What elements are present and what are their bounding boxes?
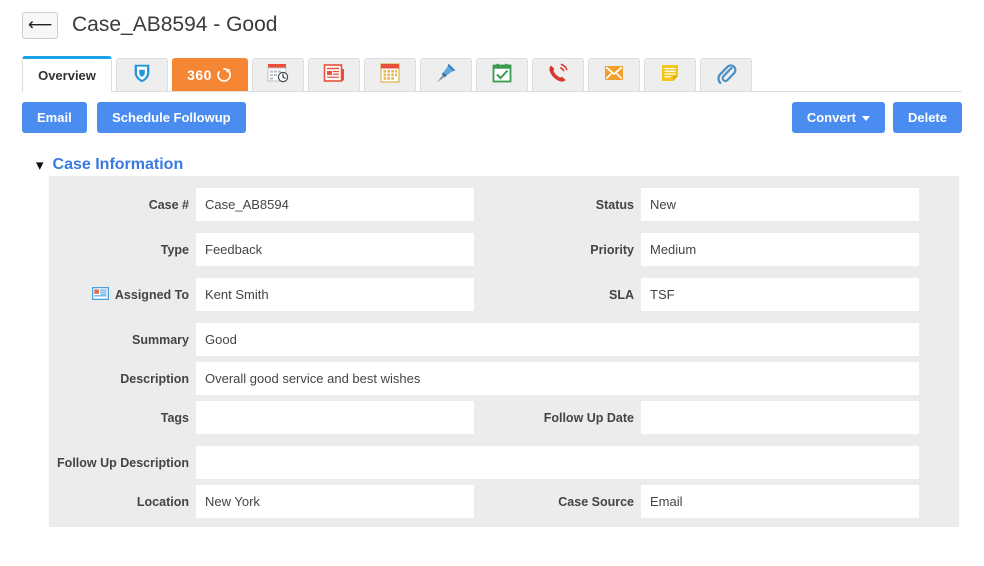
tab-task-check[interactable] bbox=[476, 58, 528, 91]
priority-input[interactable]: Medium bbox=[641, 233, 919, 266]
case-information-section-header[interactable]: ▾ Case Information bbox=[36, 154, 984, 176]
follow-up-date-input[interactable] bbox=[641, 401, 919, 434]
page-header: ⟵ Case_AB8594 - Good bbox=[0, 0, 984, 48]
tab-360-view[interactable]: 360 bbox=[172, 58, 248, 91]
case-source-input[interactable]: Email bbox=[641, 485, 919, 518]
task-check-icon bbox=[491, 62, 513, 89]
field-location: Location New York bbox=[49, 485, 474, 518]
case-information-panel: Case # Case_AB8594 Status New Type Feedb… bbox=[49, 176, 959, 527]
field-summary-label: Summary bbox=[132, 332, 189, 347]
tab-overview[interactable]: Overview bbox=[22, 56, 112, 92]
field-follow-up-date-label: Follow Up Date bbox=[543, 410, 634, 425]
sla-input[interactable]: TSF bbox=[641, 278, 919, 311]
section-title: Case Information bbox=[52, 156, 184, 173]
summary-input[interactable]: Good bbox=[196, 323, 919, 356]
field-description-label: Description bbox=[120, 371, 189, 386]
chevron-down-icon bbox=[861, 116, 870, 122]
field-follow-up-description-label: Follow Up Description bbox=[57, 455, 189, 470]
assigned-to-input[interactable]: Kent Smith bbox=[196, 278, 474, 311]
field-case-source: Case Source Email bbox=[494, 485, 919, 518]
tags-input[interactable] bbox=[196, 401, 474, 434]
field-tags: Tags bbox=[49, 401, 474, 434]
convert-button-label: Convert bbox=[806, 110, 856, 125]
type-input[interactable]: Feedback bbox=[196, 233, 474, 266]
field-type: Type Feedback bbox=[49, 233, 474, 266]
field-priority: Priority Medium bbox=[494, 233, 919, 266]
tab-shield[interactable] bbox=[116, 58, 168, 91]
back-button[interactable]: ⟵ bbox=[22, 11, 58, 39]
status-input[interactable]: New bbox=[641, 188, 919, 221]
chevron-down-icon: ▾ bbox=[36, 155, 44, 174]
convert-button[interactable]: Convert bbox=[791, 102, 885, 133]
paperclip-icon bbox=[715, 61, 737, 90]
field-case-source-label: Case Source bbox=[558, 494, 634, 509]
email-button[interactable]: Email bbox=[22, 102, 87, 133]
back-arrow-icon: ⟵ bbox=[27, 14, 53, 35]
field-status-label: Status bbox=[595, 197, 634, 212]
field-description: Description Overall good service and bes… bbox=[49, 362, 919, 395]
vcard-icon bbox=[91, 286, 110, 303]
tab-email[interactable] bbox=[588, 58, 640, 91]
tab-calendar-grid[interactable] bbox=[364, 58, 416, 91]
news-article-icon bbox=[322, 62, 346, 89]
field-follow-up-description: Follow Up Description bbox=[49, 446, 919, 479]
tab-pushpin[interactable] bbox=[420, 58, 472, 91]
tab-calendar-clock[interactable] bbox=[252, 58, 304, 91]
page-title: Case_AB8594 - Good bbox=[72, 13, 278, 36]
field-tags-label: Tags bbox=[160, 410, 189, 425]
field-location-label: Location bbox=[136, 494, 189, 509]
field-type-label: Type bbox=[160, 242, 189, 257]
calendar-clock-icon bbox=[266, 62, 290, 89]
tab-overview-label: Overview bbox=[38, 68, 96, 83]
tab-bar: Overview 360 bbox=[22, 52, 962, 92]
tab-news-article[interactable] bbox=[308, 58, 360, 91]
tab-360-label: 360 bbox=[187, 67, 212, 83]
case-number-input[interactable]: Case_AB8594 bbox=[196, 188, 474, 221]
field-priority-label: Priority bbox=[590, 242, 634, 257]
pushpin-icon bbox=[434, 61, 458, 90]
field-assigned-to: Assigned To Kent Smith bbox=[49, 278, 474, 311]
field-case-number: Case # Case_AB8594 bbox=[49, 188, 474, 221]
shield-blue-icon bbox=[131, 62, 153, 89]
envelope-icon bbox=[603, 63, 625, 88]
description-input[interactable]: Overall good service and best wishes bbox=[196, 362, 919, 395]
tab-attachments[interactable] bbox=[700, 58, 752, 91]
tab-phone-call[interactable] bbox=[532, 58, 584, 91]
field-follow-up-date: Follow Up Date bbox=[494, 401, 919, 434]
refresh-360-icon: 360 bbox=[187, 66, 233, 84]
case-detail-page: ⟵ Case_AB8594 - Good Overview 360 Email … bbox=[0, 0, 984, 566]
field-sla: SLA TSF bbox=[494, 278, 919, 311]
action-toolbar: Email Schedule Followup Delete Convert bbox=[22, 102, 962, 134]
location-input[interactable]: New York bbox=[196, 485, 474, 518]
field-summary: Summary Good bbox=[49, 323, 919, 356]
follow-up-description-input[interactable] bbox=[196, 446, 919, 479]
tab-notes[interactable] bbox=[644, 58, 696, 91]
calendar-grid-icon bbox=[379, 62, 401, 89]
phone-call-icon bbox=[546, 61, 570, 90]
delete-button[interactable]: Delete bbox=[892, 102, 962, 133]
field-sla-label: SLA bbox=[609, 287, 634, 302]
assigned-to-label-text: Assigned To bbox=[114, 287, 189, 302]
field-case-number-label: Case # bbox=[148, 197, 189, 212]
field-assigned-to-label: Assigned To bbox=[49, 286, 189, 303]
note-icon bbox=[659, 62, 681, 89]
field-status: Status New bbox=[494, 188, 919, 221]
schedule-followup-button[interactable]: Schedule Followup bbox=[97, 102, 246, 133]
